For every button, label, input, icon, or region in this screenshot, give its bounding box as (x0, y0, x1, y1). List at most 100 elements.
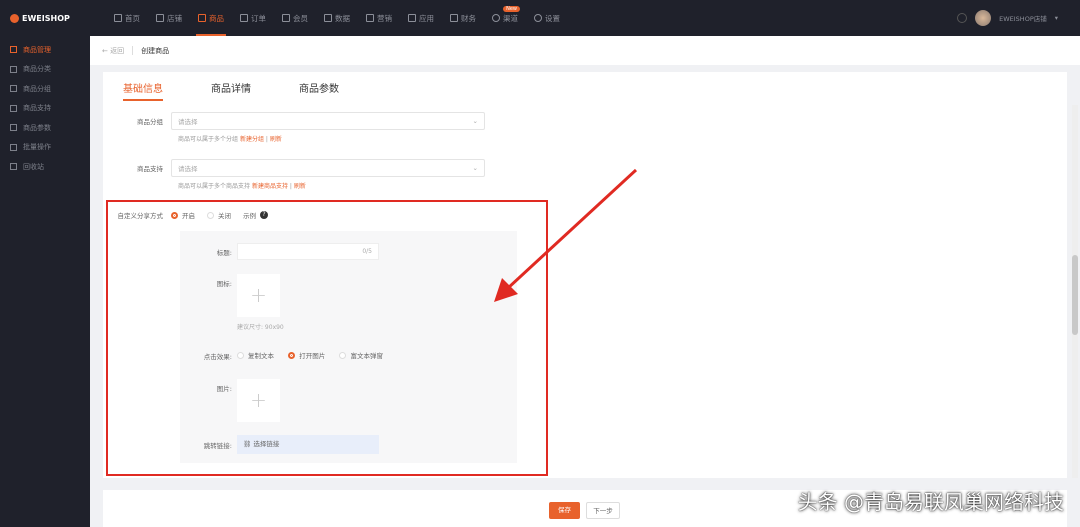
nav-label: 渠道 (503, 13, 518, 23)
sidebar-label: 商品分类 (23, 65, 51, 74)
chevron-down-icon: ▾ (1054, 14, 1058, 22)
page-title: 创建商品 (141, 46, 170, 55)
gear-icon (534, 14, 542, 22)
nav-label: 设置 (545, 13, 560, 23)
list-icon (10, 46, 17, 54)
batch-icon (10, 143, 17, 151)
nav-label: 首页 (125, 13, 140, 23)
logo-icon (10, 13, 19, 23)
nav-label: 店铺 (167, 13, 182, 23)
support-icon (10, 104, 17, 112)
chart-icon (324, 14, 332, 22)
back-link[interactable]: ← 返回 (102, 46, 124, 56)
support-row: 商品支持 请选择 ⌄ (103, 159, 485, 177)
sidebar-label: 商品管理 (23, 45, 51, 54)
sidebar-item-category[interactable]: 商品分类 (0, 60, 90, 80)
group-label: 商品分组 (137, 118, 163, 126)
sidebar-label: 商品分组 (23, 84, 51, 93)
support-select[interactable]: 请选择 ⌄ (171, 159, 485, 177)
nav-label: 应用 (419, 13, 434, 23)
hint-text: 商品可以属于多个商品支持 (178, 183, 251, 190)
nav-store[interactable]: 店铺 (148, 0, 190, 36)
nav-channel[interactable]: 渠道 New (484, 0, 526, 36)
sidebar: 商品管理 商品分类 商品分组 商品支持 商品参数 批量操作 回收站 (0, 36, 90, 527)
top-navbar: EWEISHOP 首页 店铺 商品 订单 会员 数据 营销 应用 财务 渠道 Ne… (0, 0, 1080, 36)
nav-label: 商品 (209, 13, 224, 23)
sidebar-item-recycle[interactable]: 回收站 (0, 157, 90, 177)
finance-icon (450, 14, 458, 22)
user-menu[interactable]: EWEISHOP店铺 ▾ (957, 0, 1058, 36)
nav-finance[interactable]: 财务 (442, 0, 484, 36)
avatar[interactable] (975, 10, 992, 26)
tab-basic-info[interactable]: 基础信息 (123, 72, 163, 105)
sidebar-label: 商品参数 (23, 123, 51, 132)
order-icon (240, 14, 248, 22)
sidebar-label: 商品支持 (23, 104, 51, 113)
nav-data[interactable]: 数据 (316, 0, 358, 36)
main-nav: 首页 店铺 商品 订单 会员 数据 营销 应用 财务 渠道 New 设置 (106, 0, 568, 36)
brand-name: EWEISHOP (22, 13, 70, 23)
hint-text: 商品可以属于多个分组 (178, 136, 239, 143)
nav-label: 订单 (251, 13, 266, 23)
create-support-link[interactable]: 新建商品支持 (252, 183, 288, 190)
nav-home[interactable]: 首页 (106, 0, 148, 36)
tab-goods-params[interactable]: 商品参数 (299, 72, 339, 105)
refresh-link[interactable]: 刷新 (270, 136, 282, 143)
scrollbar[interactable] (1072, 105, 1078, 478)
divider: | (265, 136, 268, 143)
refresh-link[interactable]: 刷新 (294, 183, 306, 190)
nav-settings[interactable]: 设置 (526, 0, 568, 36)
nav-label: 营销 (377, 13, 392, 23)
tag-icon (366, 14, 374, 22)
nav-marketing[interactable]: 营销 (358, 0, 400, 36)
nav-goods[interactable]: 商品 (190, 0, 232, 36)
home-icon (114, 14, 122, 22)
sidebar-item-params[interactable]: 商品参数 (0, 118, 90, 138)
group-hint: 商品可以属于多个分组 新建分组 | 刷新 (178, 134, 282, 143)
user-name[interactable]: EWEISHOP店铺 (999, 13, 1047, 23)
divider (132, 46, 134, 55)
scrollbar-thumb[interactable] (1072, 255, 1078, 335)
nav-members[interactable]: 会员 (274, 0, 316, 36)
watermark: 头条 @青岛易联凤巢网络科技 (797, 490, 1064, 514)
nav-apps[interactable]: 应用 (400, 0, 442, 36)
goods-icon (198, 14, 206, 22)
placeholder: 请选择 (178, 165, 198, 173)
chevron-down-icon: ⌄ (472, 117, 478, 125)
sidebar-label: 回收站 (23, 162, 44, 171)
support-label: 商品支持 (137, 165, 163, 173)
placeholder: 请选择 (178, 118, 198, 126)
channel-icon (492, 14, 500, 22)
nav-label: 数据 (335, 13, 350, 23)
tab-goods-detail[interactable]: 商品详情 (211, 72, 251, 105)
divider: | (289, 183, 292, 190)
logo[interactable]: EWEISHOP (0, 13, 90, 23)
group-icon (10, 85, 17, 93)
group-select[interactable]: 请选择 ⌄ (171, 112, 485, 130)
form-area: 商品分组 请选择 ⌄ 商品可以属于多个分组 新建分组 | 刷新 商品支持 请选择 ⌄… (103, 105, 1067, 478)
highlight-box (106, 200, 548, 476)
create-group-link[interactable]: 新建分组 (240, 136, 264, 143)
save-button[interactable]: 保存 (549, 502, 580, 519)
sidebar-label: 批量操作 (23, 143, 51, 152)
apps-icon (408, 14, 416, 22)
new-badge: New (503, 6, 520, 12)
trash-icon (10, 163, 17, 171)
sidebar-item-batch[interactable]: 批量操作 (0, 138, 90, 158)
store-icon (156, 14, 164, 22)
next-step-button[interactable]: 下一步 (586, 502, 620, 519)
nav-label: 会员 (293, 13, 308, 23)
group-row: 商品分组 请选择 ⌄ (103, 112, 485, 130)
sidebar-item-support[interactable]: 商品支持 (0, 99, 90, 119)
support-hint: 商品可以属于多个商品支持 新建商品支持 | 刷新 (178, 181, 306, 190)
nav-orders[interactable]: 订单 (232, 0, 274, 36)
tabs: 基础信息 商品详情 商品参数 (103, 72, 1067, 105)
chevron-down-icon: ⌄ (472, 164, 478, 172)
params-icon (10, 124, 17, 132)
user-icon (282, 14, 290, 22)
bell-icon[interactable] (957, 13, 968, 23)
nav-label: 财务 (461, 13, 476, 23)
sidebar-item-goods-manage[interactable]: 商品管理 (0, 40, 90, 60)
sidebar-item-group[interactable]: 商品分组 (0, 79, 90, 99)
grid-icon (10, 65, 17, 73)
